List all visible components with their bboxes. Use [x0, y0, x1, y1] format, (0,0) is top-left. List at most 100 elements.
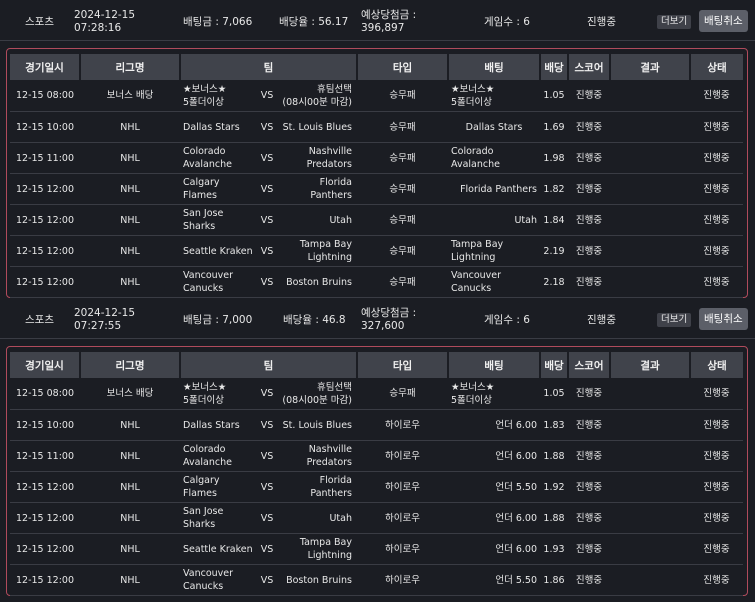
bet-type: 하이로우	[357, 564, 448, 596]
home-team: Colorado Avalanche	[183, 443, 255, 469]
bet-type: 승무패	[357, 173, 448, 205]
cancel-bet-button[interactable]: 배팅취소	[699, 10, 748, 32]
home-team: Vancouver Canucks	[183, 269, 255, 295]
bet-pick: 언더 6.00	[448, 440, 540, 472]
away-team: 휴팀선택 (08시00분 마감)	[279, 381, 352, 407]
match-datetime: 12-15 12:00	[10, 235, 80, 267]
bet-header: 스포츠 2024-12-15 07:28:16 배팅금 : 7,066 배당율 …	[0, 4, 755, 41]
result	[610, 266, 690, 298]
score: 진행중	[568, 502, 610, 534]
bet-pick-line2: Avalanche	[451, 159, 500, 170]
bet-time: 07:28:16	[74, 22, 122, 34]
table-row: 12-15 12:00 NHL Vancouver Canucks VS Boston B…	[10, 564, 743, 596]
bet-pick-line2: Canucks	[451, 283, 492, 294]
home-team-line2: Avalanche	[183, 457, 232, 468]
away-team-line2: Predators	[306, 159, 352, 170]
match-datetime: 12-15 12:00	[10, 204, 80, 236]
teams-cell: Dallas Stars VS St. Louis Blues	[180, 409, 357, 441]
pick-odds: 1.93	[540, 533, 568, 565]
league-name: NHL	[80, 409, 180, 441]
col-header-datetime: 경기일시	[10, 54, 81, 80]
bet-type: 하이로우	[357, 471, 448, 503]
away-team: Utah	[279, 512, 352, 525]
row-status: 진행중	[690, 409, 743, 441]
away-team-line2: Predators	[306, 457, 352, 468]
pick-odds: 1.69	[540, 111, 568, 143]
pick-odds: 1.86	[540, 564, 568, 596]
bet-type: 승무패	[357, 80, 448, 112]
bet-pick-line1: Dallas Stars	[465, 121, 523, 133]
away-team-line1: St. Louis Blues	[282, 121, 352, 133]
teams-cell: Dallas Stars VS St. Louis Blues	[180, 111, 357, 143]
result	[610, 111, 690, 143]
bet-amount: 배팅금 : 7,066	[183, 15, 253, 28]
away-team: 휴팀선택 (08시00분 마감)	[279, 83, 352, 109]
league-name: NHL	[80, 533, 180, 565]
bet-pick-line2: Lightning	[451, 252, 496, 263]
row-status: 진행중	[690, 173, 743, 205]
home-team-line1: ★보너스★	[183, 381, 227, 393]
vs-label: VS	[260, 183, 274, 195]
score: 진행중	[568, 378, 610, 410]
bet-pick-line1: Florida Panthers	[460, 183, 537, 195]
home-team-line1: San Jose Sharks	[183, 208, 224, 232]
col-header-league: 리그명	[80, 352, 181, 378]
result	[610, 440, 690, 472]
expected-payout: 예상당첨금 : 327,600	[361, 302, 416, 338]
league-name: NHL	[80, 173, 180, 205]
col-header-status: 상태	[690, 352, 743, 378]
bet-pick: Colorado Avalanche	[448, 142, 540, 174]
away-team: Boston Bruins	[279, 574, 352, 587]
home-team-line1: Seattle Kraken	[183, 543, 253, 555]
more-button[interactable]: 더보기	[657, 313, 692, 327]
score: 진행중	[568, 533, 610, 565]
payout-label: 예상당첨금 :	[361, 9, 417, 21]
bet-pick: Florida Panthers	[448, 173, 540, 205]
row-status: 진행중	[690, 204, 743, 236]
teams-cell: Vancouver Canucks VS Boston Bruins	[180, 564, 357, 596]
score: 진행중	[568, 173, 610, 205]
home-team-line1: ★보너스★	[183, 83, 227, 95]
league-name: NHL	[80, 564, 180, 596]
col-header-pick: 배팅	[448, 54, 541, 80]
bet-datetime: 2024-12-15 07:27:55	[74, 302, 135, 338]
away-team-line2: (08시00분 마감)	[282, 394, 352, 406]
bet-pick-line1: Vancouver	[451, 270, 502, 281]
bet-type: 하이로우	[357, 440, 448, 472]
home-team-line1: Dallas Stars	[183, 121, 240, 133]
bet-time: 07:27:55	[74, 320, 122, 332]
teams-cell: Calgary Flames VS Florida Panthers	[180, 471, 357, 503]
col-header-result: 결과	[610, 54, 691, 80]
away-team: Utah	[279, 214, 352, 227]
table-row: 12-15 10:00 NHL Dallas Stars VS St. Louis Bl…	[10, 409, 743, 441]
bet-pick-line1: 언더 6.00	[495, 543, 537, 555]
table-row: 12-15 08:00 보너스 배당 ★보너스★ 5폴더이상 VS 휴팀선택 (08시00분…	[10, 80, 743, 112]
home-team-line1: Colorado	[183, 444, 226, 455]
league-name: NHL	[80, 440, 180, 472]
vs-label: VS	[260, 90, 274, 101]
pick-odds: 2.18	[540, 266, 568, 298]
away-team-line1: Utah	[329, 214, 352, 226]
cancel-bet-button[interactable]: 배팅취소	[699, 308, 748, 330]
bet-rows: 12-15 08:00 보너스 배당 ★보너스★ 5폴더이상 VS 휴팀선택 (08시00분…	[10, 80, 743, 298]
bet-pick-line2: 5폴더이상	[451, 96, 493, 108]
bet-detail-panel: 경기일시 리그명 팀 타입 배팅 배당 스코어 결과 상태 12-15 08:0…	[6, 48, 748, 298]
vs-label: VS	[260, 512, 274, 524]
row-status: 진행중	[690, 235, 743, 267]
home-team-line2: Canucks	[183, 581, 224, 592]
score: 진행중	[568, 111, 610, 143]
pick-odds: 1.83	[540, 409, 568, 441]
bet-detail-panel: 경기일시 리그명 팀 타입 배팅 배당 스코어 결과 상태 12-15 08:0…	[6, 346, 748, 596]
bet-type: 승무패	[357, 235, 448, 267]
more-button[interactable]: 더보기	[657, 15, 692, 29]
score: 진행중	[568, 204, 610, 236]
away-team-line1: St. Louis Blues	[282, 419, 352, 431]
home-team: Seattle Kraken	[183, 245, 255, 258]
vs-label: VS	[260, 450, 274, 462]
payout-value: 327,600	[361, 320, 405, 332]
away-team-line1: Utah	[329, 512, 352, 524]
teams-cell: Seattle Kraken VS Tampa Bay Lightning	[180, 533, 357, 565]
game-count: 게임수 : 6	[484, 15, 530, 28]
result	[610, 409, 690, 441]
away-team-line1: Boston Bruins	[286, 574, 352, 586]
